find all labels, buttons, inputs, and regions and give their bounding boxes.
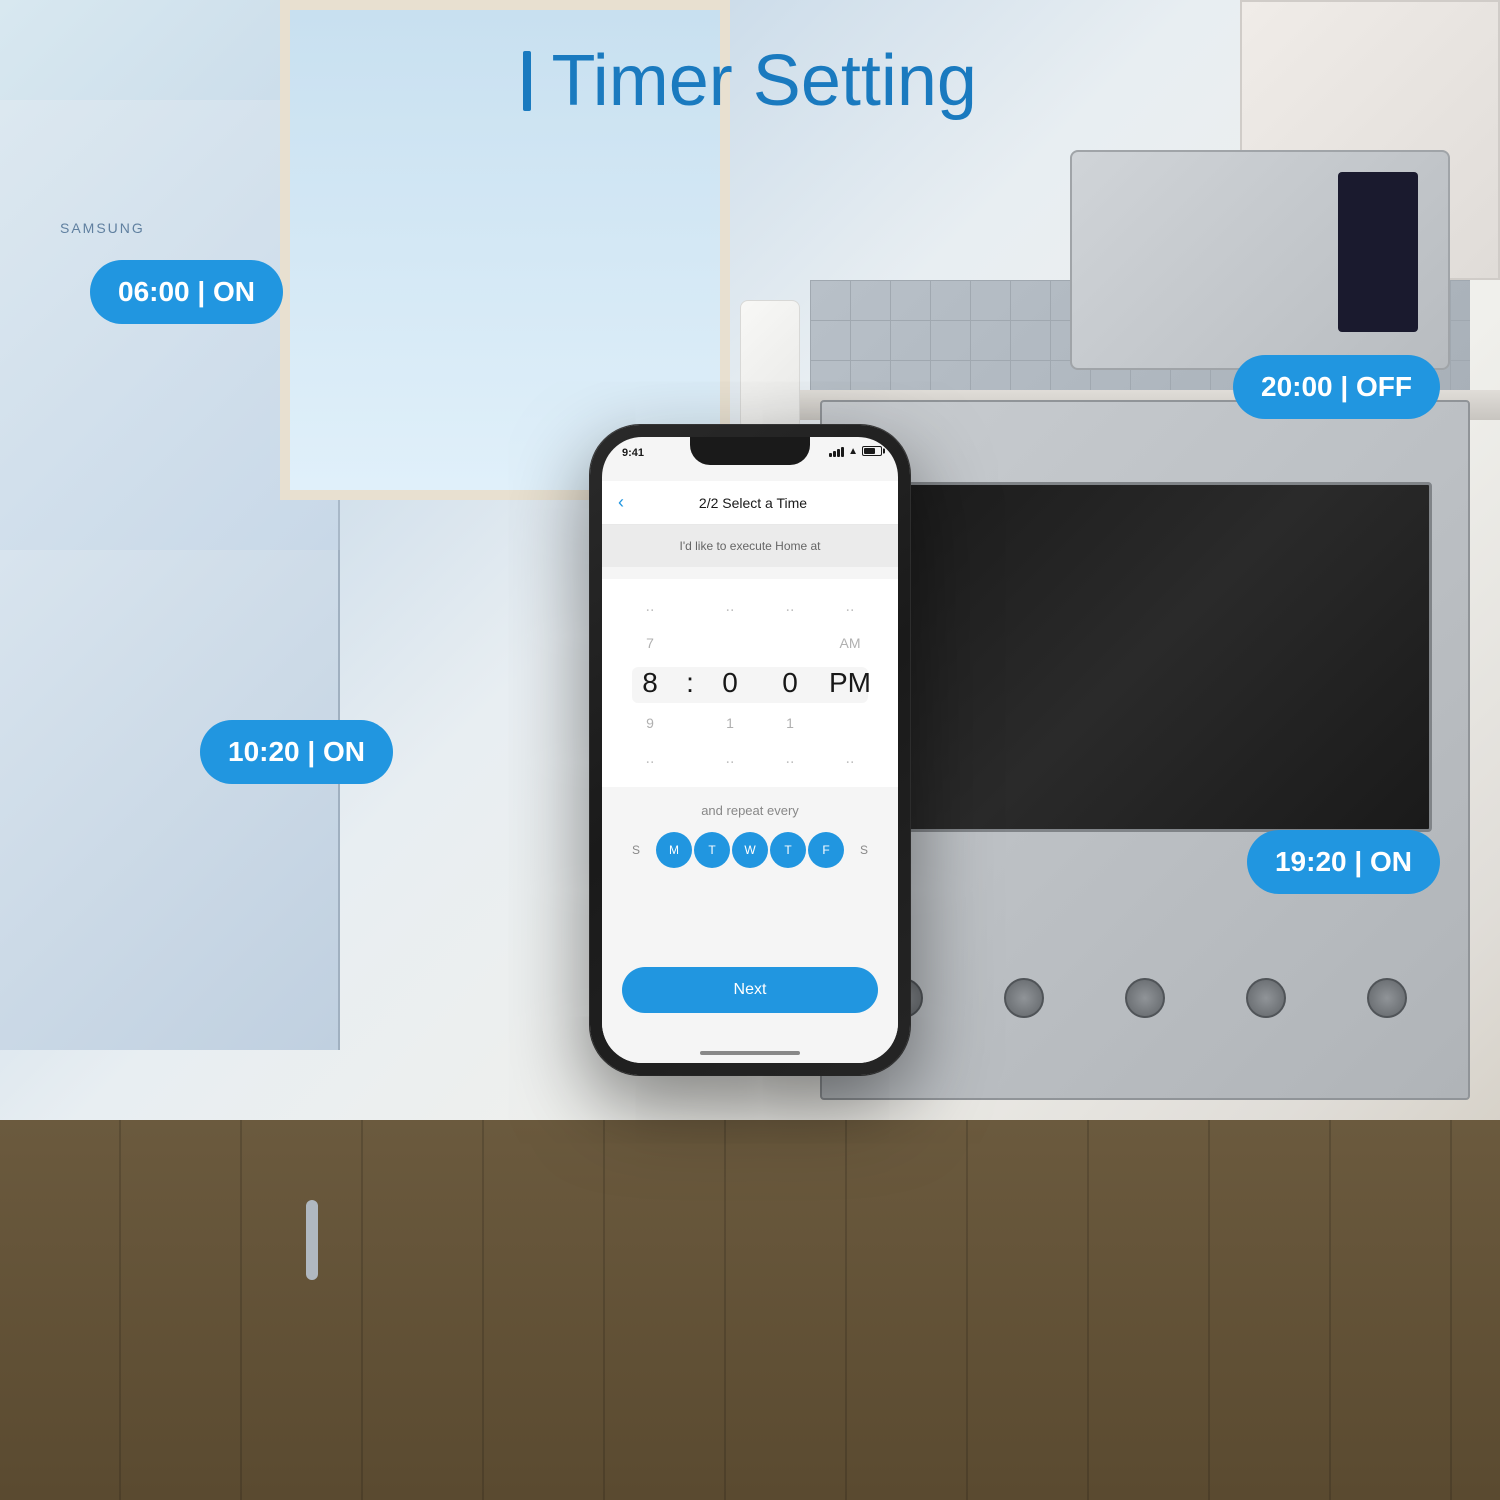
bubble-top-right: 20:00 | OFF — [1233, 355, 1440, 419]
next-button[interactable]: Next — [622, 967, 878, 1013]
signal-bar-2 — [833, 451, 836, 457]
phone-container: 9:41 ▲ ‹ 2/2 — [590, 425, 910, 1075]
floor — [0, 1120, 1500, 1500]
picker-min-tens-above: .. — [700, 589, 760, 625]
picker-min-units-next: 1 — [760, 705, 820, 741]
picker-min-units-above: .. — [760, 589, 820, 625]
day-btn-sat[interactable]: S — [846, 832, 882, 868]
page-title: Timer Setting — [551, 40, 976, 122]
signal-bar-3 — [837, 449, 840, 457]
phone-outer: 9:41 ▲ ‹ 2/2 — [590, 425, 910, 1075]
microwave — [1070, 150, 1450, 370]
picker-column-min-tens[interactable]: .. 0 1 .. — [700, 589, 760, 777]
picker-min-units-selected: 0 — [760, 661, 820, 705]
battery-tip — [883, 449, 885, 454]
knob-4 — [1246, 978, 1286, 1018]
day-buttons: S M T W T — [618, 832, 882, 868]
picker-separator-1: : — [680, 589, 700, 777]
phone-notch — [690, 437, 810, 465]
bubble-bottom-left: 10:20 | ON — [200, 720, 393, 784]
picker-min-units-prev — [760, 625, 820, 661]
app-content: I'd like to execute Home at .. 7 8 9 .. — [602, 525, 898, 1063]
signal-bars-icon — [829, 445, 844, 457]
picker-min-tens-next: 1 — [700, 705, 760, 741]
knob-3 — [1125, 978, 1165, 1018]
knob-5 — [1367, 978, 1407, 1018]
day-btn-thu[interactable]: T — [770, 832, 806, 868]
microwave-screen — [1338, 172, 1418, 332]
app-nav: ‹ 2/2 Select a Time — [602, 481, 898, 525]
picker-period-above: .. — [820, 589, 880, 625]
signal-bar-4 — [841, 447, 844, 457]
picker-hour-next: 9 — [620, 705, 680, 741]
picker-min-tens-prev — [700, 625, 760, 661]
picker-period-prev: AM — [820, 625, 880, 661]
picker-column-hour[interactable]: .. 7 8 9 .. — [620, 589, 680, 777]
picker-hour-above: .. — [620, 589, 680, 625]
day-btn-tue[interactable]: T — [694, 832, 730, 868]
knob-2 — [1004, 978, 1044, 1018]
home-indicator — [700, 1051, 800, 1055]
picker-period-selected: PM — [820, 661, 880, 705]
battery-icon — [862, 446, 882, 456]
nav-title: 2/2 Select a Time — [624, 495, 882, 511]
battery-fill — [864, 448, 875, 454]
sep-selected: : — [686, 661, 694, 705]
stove-knobs — [842, 978, 1448, 1018]
bubble-top-left: 06:00 | ON — [90, 260, 283, 324]
stove-window — [852, 482, 1432, 832]
picker-hour-prev: 7 — [620, 625, 680, 661]
picker-min-units-below: .. — [760, 741, 820, 777]
bubble-bottom-right: 19:20 | ON — [1247, 830, 1440, 894]
picker-hour-below: .. — [620, 741, 680, 777]
fridge-handle-bottom — [306, 1200, 318, 1280]
instruction-text: I'd like to execute Home at — [602, 525, 898, 567]
wifi-icon: ▲ — [848, 446, 858, 457]
status-time: 9:41 — [622, 445, 644, 459]
utensil-holder — [740, 300, 800, 430]
next-button-container: Next — [622, 967, 878, 1013]
page-title-area: Timer Setting — [0, 40, 1500, 122]
picker-period-next — [820, 705, 880, 741]
picker-period-below: .. — [820, 741, 880, 777]
picker-min-tens-selected: 0 — [700, 661, 760, 705]
repeat-section: and repeat every S M T W — [602, 803, 898, 868]
time-picker[interactable]: .. 7 8 9 .. : — [602, 579, 898, 787]
day-btn-mon[interactable]: M — [656, 832, 692, 868]
time-picker-inner: .. 7 8 9 .. : — [602, 579, 898, 787]
picker-column-min-units[interactable]: .. 0 1 .. — [760, 589, 820, 777]
repeat-label: and repeat every — [618, 803, 882, 818]
phone-screen: 9:41 ▲ ‹ 2/2 — [602, 437, 898, 1063]
signal-bar-1 — [829, 453, 832, 457]
day-btn-wed[interactable]: W — [732, 832, 768, 868]
title-accent-icon — [523, 51, 531, 111]
picker-column-period[interactable]: .. AM PM .. — [820, 589, 880, 777]
floor-planks — [0, 1120, 1500, 1500]
samsung-logo: SAMSUNG — [60, 220, 145, 236]
status-icons: ▲ — [829, 445, 882, 457]
picker-hour-selected: 8 — [620, 661, 680, 705]
picker-min-tens-below: .. — [700, 741, 760, 777]
stove — [820, 400, 1470, 1100]
day-btn-fri[interactable]: F — [808, 832, 844, 868]
fridge-bottom — [0, 550, 340, 1050]
day-btn-sun[interactable]: S — [618, 832, 654, 868]
